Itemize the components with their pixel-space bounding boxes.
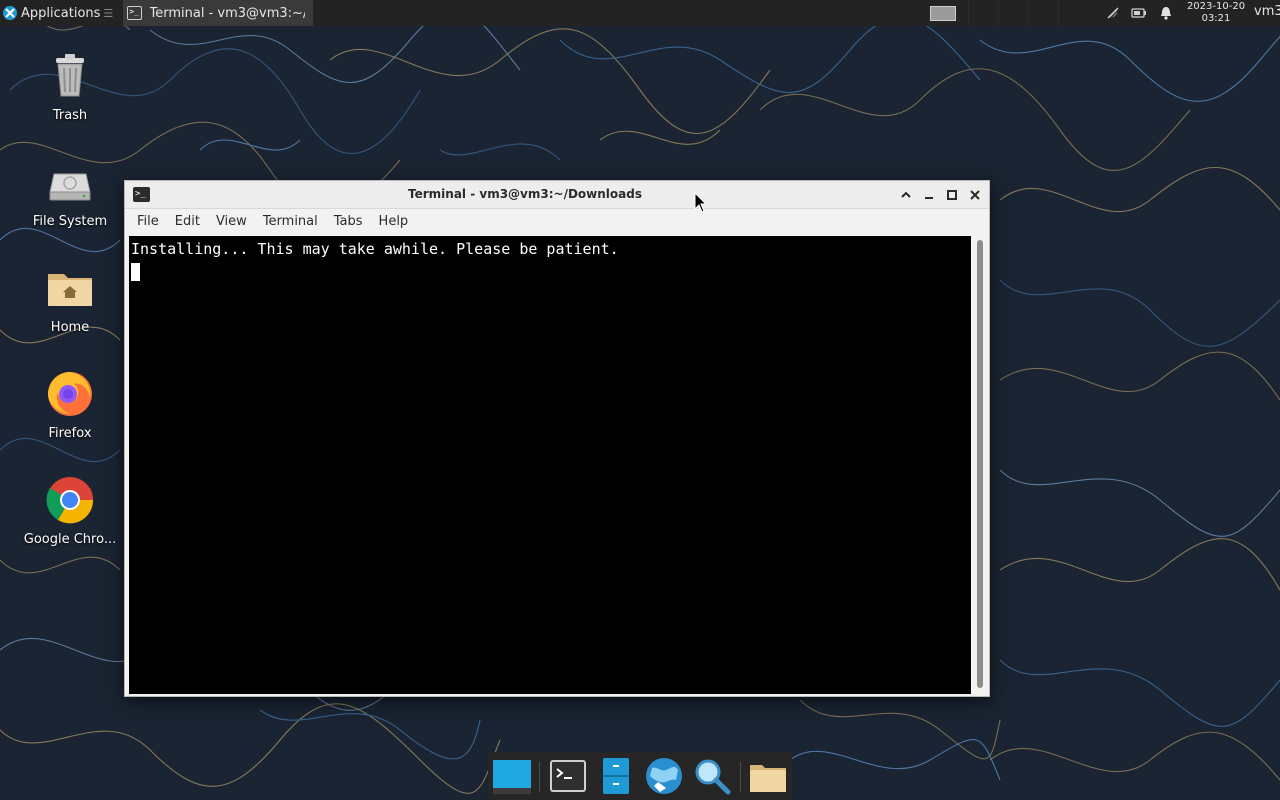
taskbar-item-terminal[interactable]: >_ Terminal - vm3@vm3:~/D... (123, 0, 314, 26)
panel-spacer (968, 0, 1088, 26)
hard-drive-icon (49, 173, 91, 201)
chrome-icon (46, 477, 94, 524)
clock-date: 2023-10-20 (1186, 1, 1246, 12)
menu-view[interactable]: View (208, 209, 255, 235)
terminal-output[interactable]: Installing... This may take awhile. Plea… (129, 236, 971, 694)
desktop-icon-label: Firefox (48, 426, 92, 441)
show-desktop-icon[interactable] (492, 756, 532, 796)
minimize-window-icon[interactable] (920, 186, 938, 204)
maximize-window-icon[interactable] (943, 186, 961, 204)
dock-separator (539, 762, 540, 792)
terminal-output-line: Installing... This may take awhile. Plea… (131, 240, 619, 258)
xfce-logo-icon (3, 6, 17, 20)
desktop-icon-google-chrome[interactable]: Google Chro... (14, 474, 126, 547)
window-title: Terminal - vm3@vm3:~/Downloads (408, 187, 642, 201)
menu-help[interactable]: Help (371, 209, 417, 235)
dock (488, 752, 792, 800)
terminal-scrollbar[interactable] (973, 236, 987, 694)
window-titlebar[interactable]: >_ Terminal - vm3@vm3:~/Downloads (125, 181, 989, 209)
top-panel: Applications ☰ >_ Terminal - vm3@vm3:~/D… (0, 0, 1280, 26)
battery-icon[interactable] (1131, 5, 1147, 21)
file-manager-icon[interactable] (596, 756, 636, 796)
menu-file[interactable]: File (125, 209, 167, 235)
window-menubar: File Edit View Terminal Tabs Help (125, 209, 989, 235)
desktop-icon-file-system[interactable]: File System (14, 156, 126, 229)
applications-menu-label: Applications (21, 5, 101, 21)
terminal-cursor (131, 262, 140, 281)
network-disconnected-icon[interactable] (1105, 5, 1121, 21)
trash-icon (56, 54, 84, 97)
applications-menu-button[interactable]: Applications ☰ (0, 0, 117, 26)
user-menu[interactable]: vm3 (1254, 4, 1280, 19)
folder-icon[interactable] (748, 756, 788, 796)
dock-separator (740, 762, 741, 792)
taskbar-item-label: Terminal - vm3@vm3:~/D... (149, 5, 306, 21)
mouse-pointer-icon (694, 192, 708, 213)
scrollbar-thumb[interactable] (977, 240, 983, 688)
clock-time: 03:21 (1201, 13, 1231, 24)
desktop-icon-label: Google Chro... (23, 532, 117, 547)
shade-window-icon[interactable] (897, 186, 915, 204)
desktop-icon-label: File System (32, 214, 108, 229)
panel-clock[interactable]: 2023-10-20 03:21 (1186, 1, 1246, 25)
menu-terminal[interactable]: Terminal (255, 209, 326, 235)
terminal-icon[interactable] (548, 756, 588, 796)
home-folder-icon (48, 274, 92, 306)
web-browser-icon[interactable] (644, 756, 684, 796)
desktop-icon-label: Trash (52, 108, 88, 123)
menu-tabs[interactable]: Tabs (326, 209, 371, 235)
notifications-bell-icon[interactable] (1158, 5, 1174, 21)
workspace-switcher[interactable] (930, 6, 956, 21)
desktop-icon-firefox[interactable]: Firefox (14, 368, 126, 441)
close-window-icon[interactable] (966, 186, 984, 204)
firefox-icon (48, 372, 92, 416)
menu-separator-icon: ☰ (103, 6, 114, 20)
terminal-window: >_ Terminal - vm3@vm3:~/Downloads File E… (124, 180, 990, 697)
desktop-icon-trash[interactable]: Trash (14, 50, 126, 123)
terminal-icon: >_ (127, 6, 142, 20)
app-finder-search-icon[interactable] (692, 756, 732, 796)
desktop-icon-home[interactable]: Home (14, 262, 126, 335)
desktop-icon-label: Home (50, 320, 90, 335)
menu-edit[interactable]: Edit (167, 209, 208, 235)
